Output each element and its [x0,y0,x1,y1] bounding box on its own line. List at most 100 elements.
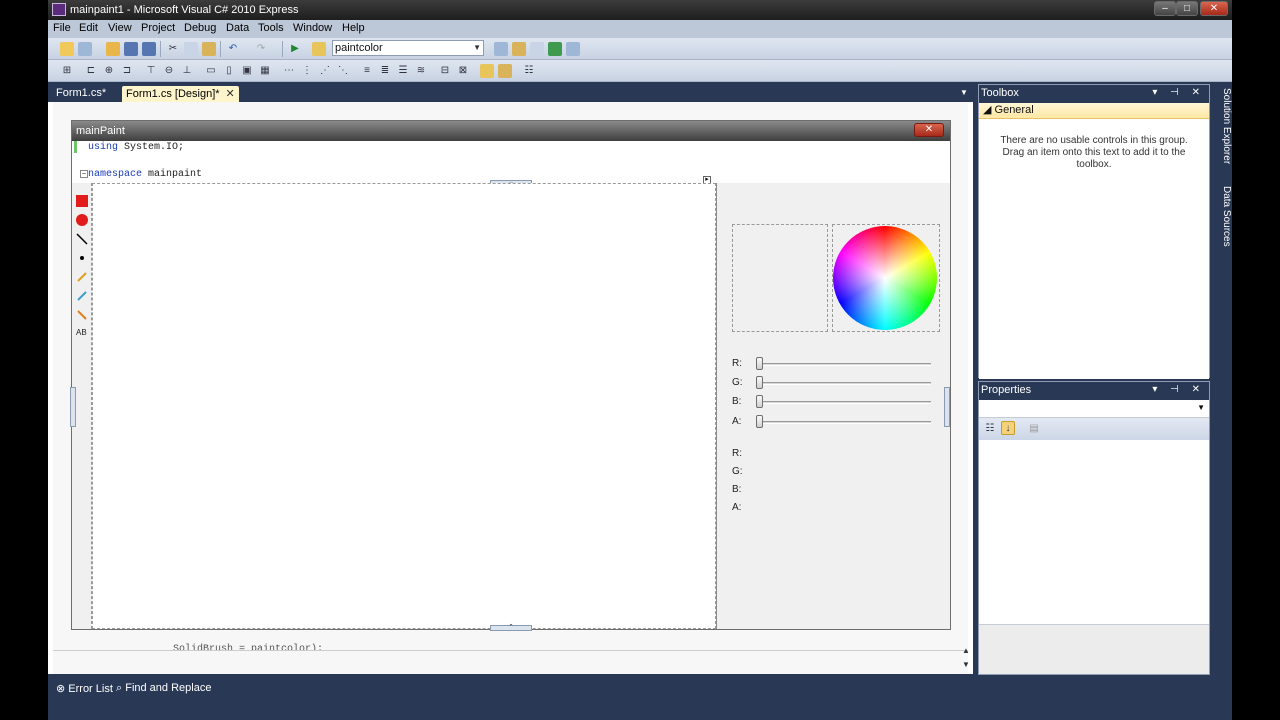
align-middles-icon[interactable]: ⊖ [162,64,176,78]
menu-tools[interactable]: Tools [258,22,284,34]
align-rights-icon[interactable]: ⊐ [120,64,134,78]
categorized-icon[interactable]: ☷ [983,422,997,436]
toolbox-icon[interactable] [548,42,562,56]
color-wheel[interactable] [833,226,937,330]
property-pages-icon[interactable]: ▤ [1027,422,1041,436]
rectangle-tool-icon[interactable] [76,195,88,207]
vertical-spacing-icon[interactable]: ≡ [360,64,374,78]
menu-window[interactable]: Window [293,22,332,34]
menu-debug[interactable]: Debug [184,22,216,34]
tab-order-icon[interactable]: ☷ [522,64,536,78]
cut-icon[interactable]: ✂ [166,42,180,56]
find-combo[interactable]: paintcolor ▼ [332,40,484,56]
align-to-grid-icon[interactable]: ⊞ [60,64,74,78]
form-mainpaint[interactable]: mainPaint ✕ using System.IO; − namespace… [70,120,951,655]
drawing-canvas-panel[interactable]: SolidBrush = paintcolor); [92,183,716,655]
menu-project[interactable]: Project [141,22,175,34]
chevron-down-icon[interactable]: ▼ [1197,403,1205,412]
remove-vertical-spacing-icon[interactable]: ≋ [414,64,428,78]
increase-horizontal-spacing-icon[interactable]: ⋮ [300,64,314,78]
menu-edit[interactable]: Edit [79,22,98,34]
center-horizontally-icon[interactable]: ⊟ [438,64,452,78]
open-file-icon[interactable] [106,42,120,56]
maximize-button[interactable]: □ [1176,1,1198,16]
increase-vertical-spacing-icon[interactable]: ≣ [378,64,392,78]
make-same-width-icon[interactable]: ▭ [204,64,218,78]
visual-studio-app-icon[interactable] [52,3,66,16]
form-close-button[interactable]: ✕ [914,123,944,137]
menu-view[interactable]: View [108,22,132,34]
save-icon[interactable] [124,42,138,56]
save-all-icon[interactable] [142,42,156,56]
form-client-area: using System.IO; − namespace mainpaint ⌄… [70,141,950,655]
collapse-icon[interactable]: − [80,170,88,178]
new-project-icon[interactable] [60,42,74,56]
slider-b[interactable] [756,395,763,408]
toolbox-group-general[interactable]: ◢ General [979,103,1209,119]
minimize-button[interactable]: – [1154,1,1176,16]
ellipse-tool-icon[interactable] [76,214,88,226]
scroll-down-icon[interactable]: ▼ [962,660,970,669]
properties-window-icon[interactable] [512,42,526,56]
find-in-files-icon[interactable] [312,42,326,56]
center-vertically-icon[interactable]: ⊠ [456,64,470,78]
align-bottoms-icon[interactable]: ⊥ [180,64,194,78]
align-centers-icon[interactable]: ⊕ [102,64,116,78]
brush-tool-icon[interactable] [76,290,88,302]
close-button[interactable]: ✕ [1200,1,1228,16]
properties-object-selector[interactable]: ▼ [979,400,1209,418]
data-sources-side-tab[interactable]: Data Sources [1216,186,1232,247]
menu-file[interactable]: File [53,22,71,34]
close-tab-icon[interactable]: ✕ [226,88,235,100]
toolbox-window-controls[interactable]: ▾ ⊣ ✕ [1152,87,1205,98]
error-list-label: Error List [68,683,113,695]
align-lefts-icon[interactable]: ⊏ [84,64,98,78]
error-list-tab[interactable]: ⊗ Error List [56,682,113,695]
copy-icon[interactable] [184,42,198,56]
tab-list-chevron-icon[interactable]: ▼ [960,88,968,97]
bring-to-front-icon[interactable] [480,64,494,78]
properties-window-controls[interactable]: ▾ ⊣ ✕ [1152,384,1205,395]
splitter-grip-right[interactable] [944,387,950,427]
slider-a[interactable] [756,415,763,428]
chevron-down-icon[interactable]: ▼ [473,41,481,55]
send-to-back-icon[interactable] [498,64,512,78]
horizontal-spacing-icon[interactable]: ⋯ [282,64,296,78]
object-browser-icon[interactable] [530,42,544,56]
point-tool-icon[interactable] [76,252,88,264]
decrease-horizontal-spacing-icon[interactable]: ⋰ [318,64,332,78]
tab-form1-design[interactable]: Form1.cs [Design]* ✕ [122,86,239,102]
scroll-up-icon[interactable]: ▲ [962,646,970,655]
find-replace-tab[interactable]: ⌕ Find and Replace [116,682,211,695]
menu-data[interactable]: Data [226,22,249,34]
decrease-vertical-spacing-icon[interactable]: ☰ [396,64,410,78]
remove-horizontal-spacing-icon[interactable]: ⋱ [336,64,350,78]
designer-surface: mainPaint ✕ using System.IO; − namespace… [48,102,973,674]
solution-explorer-icon[interactable] [494,42,508,56]
text-tool-icon[interactable]: AB [76,328,88,340]
tab-form1-code[interactable]: Form1.cs* [52,86,110,102]
start-debugging-icon[interactable]: ▶ [288,42,302,56]
make-same-size-icon[interactable]: ▣ [240,64,254,78]
add-item-icon[interactable] [78,42,92,56]
alphabetical-icon[interactable]: ↓ [1001,421,1015,435]
undo-icon[interactable]: ↶ [226,42,240,56]
splitter-grip-left[interactable] [70,387,76,427]
slider-g[interactable] [756,376,763,389]
paste-icon[interactable] [202,42,216,56]
eraser-tool-icon[interactable] [76,309,88,321]
line-tool-icon[interactable] [76,233,88,245]
splitter-grip-bottom[interactable]: ⌃ [490,624,532,631]
solution-explorer-side-tab[interactable]: Solution Explorer [1216,88,1232,164]
slider-label-b: B: [732,396,742,407]
align-tops-icon[interactable]: ⊤ [144,64,158,78]
menu-help[interactable]: Help [342,22,365,34]
redo-icon[interactable]: ↷ [254,42,268,56]
pencil-tool-icon[interactable] [76,271,88,283]
make-same-height-icon[interactable]: ▯ [222,64,236,78]
size-to-grid-icon[interactable]: ▦ [258,64,272,78]
slider-r[interactable] [756,357,763,370]
code-text-using: System.IO; [118,142,185,153]
start-page-icon[interactable] [566,42,580,56]
solution-explorer-tab-label: Solution Explorer [1221,88,1232,165]
